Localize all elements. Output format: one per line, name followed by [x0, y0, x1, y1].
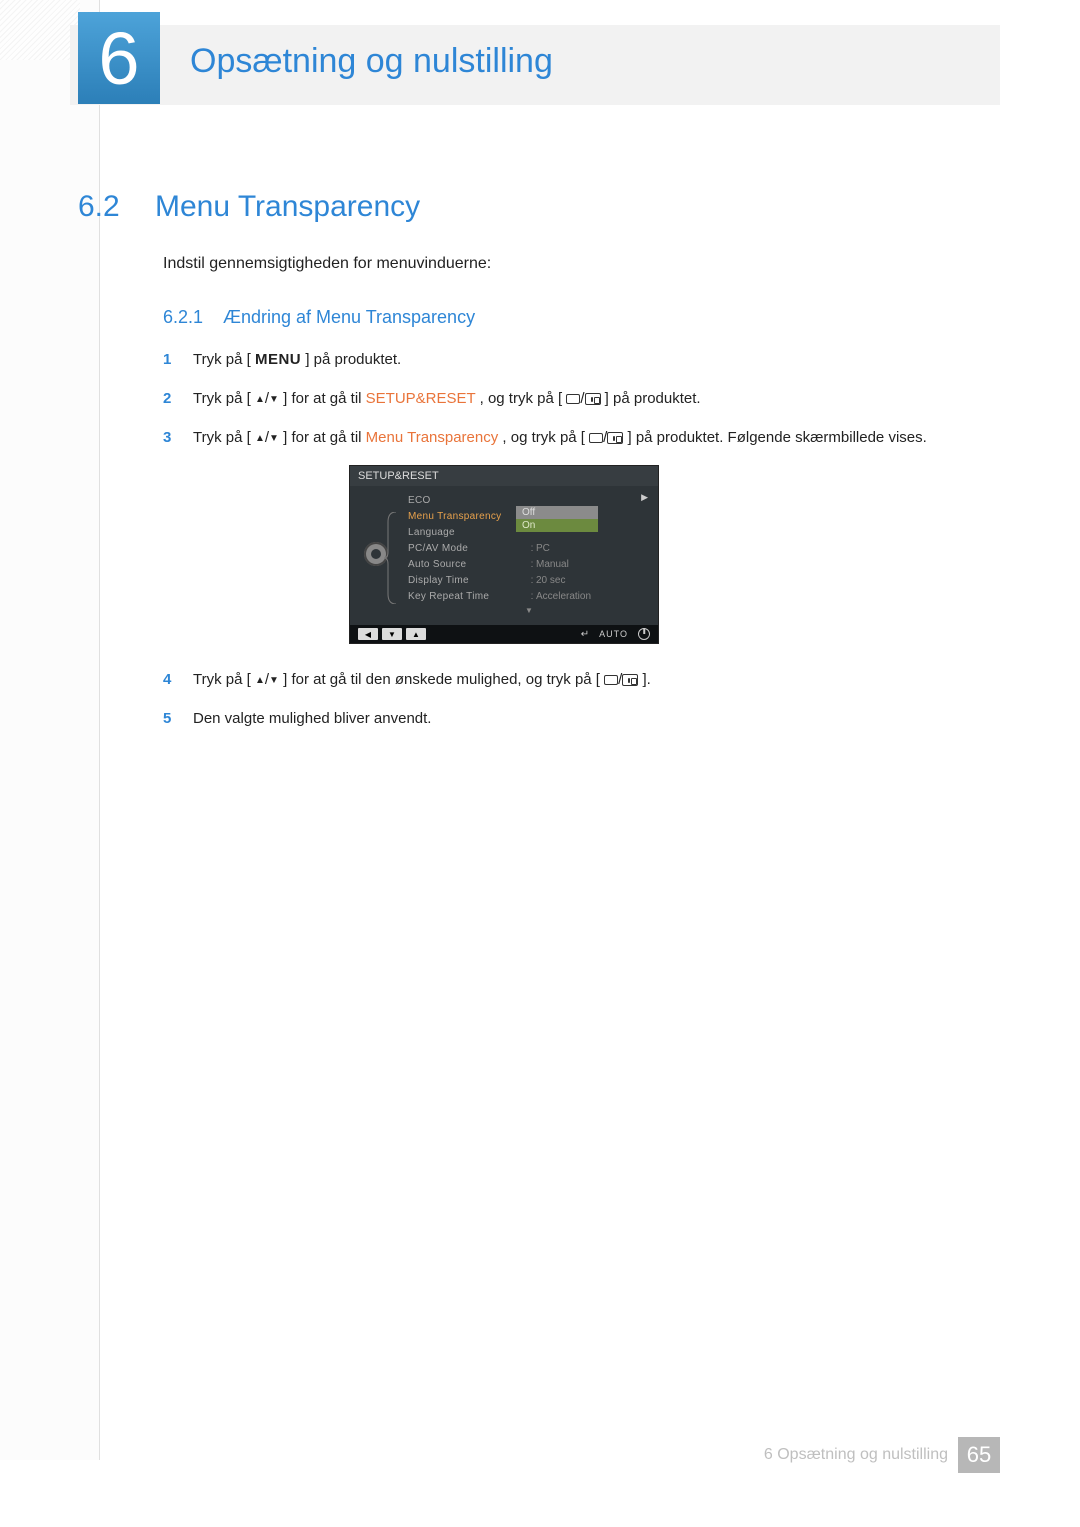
down-arrow-icon: ▼: [408, 606, 650, 615]
step-number: 1: [163, 346, 177, 373]
osd-row: Auto Source:Manual: [408, 556, 650, 572]
up-down-icon: ▲/▼: [255, 390, 279, 407]
chapter-title: Opsætning og nulstilling: [190, 42, 553, 81]
bracket-decoration: [384, 512, 398, 604]
step-text: Tryk på [ ▲/▼ ] for at gå til SETUP&RESE…: [193, 385, 701, 412]
osd-option: Off: [516, 506, 598, 519]
page-number: 65: [958, 1437, 1000, 1473]
up-down-icon: ▲/▼: [255, 429, 279, 446]
enter-source-icon: /: [604, 671, 638, 688]
chapter-number: 6: [98, 16, 139, 101]
osd-option: On: [516, 519, 598, 532]
corner-hatch-decoration: [0, 0, 80, 60]
up-button-icon: ▲: [406, 628, 426, 640]
intro-text: Indstil gennemsigtigheden for menuvindue…: [163, 255, 960, 273]
menu-target: SETUP&RESET: [366, 390, 476, 407]
step-item: 2 Tryk på [ ▲/▼ ] for at gå til SETUP&RE…: [163, 385, 960, 412]
osd-row: PC/AV Mode:PC: [408, 540, 650, 556]
step-number: 2: [163, 385, 177, 412]
osd-row: Display Time:20 sec: [408, 572, 650, 588]
page-footer: 6 Opsætning og nulstilling 65: [100, 1435, 1000, 1475]
step-item: 1 Tryk på [ MENU ] på produktet.: [163, 346, 960, 373]
subsection-title: Ændring af Menu Transparency: [223, 307, 475, 327]
step-item: 3 Tryk på [ ▲/▼ ] for at gå til Menu Tra…: [163, 424, 960, 451]
osd-option-popup: Off On: [516, 506, 598, 532]
step-number: 4: [163, 666, 177, 693]
step-number: 3: [163, 424, 177, 451]
section-title: Menu Transparency: [155, 190, 420, 224]
step-text: Tryk på [ ▲/▼ ] for at gå til Menu Trans…: [193, 424, 927, 451]
up-down-icon: ▲/▼: [255, 671, 279, 688]
content-area: Indstil gennemsigtigheden for menuvindue…: [163, 255, 960, 744]
step-item: 5 Den valgte mulighed bliver anvendt.: [163, 705, 960, 732]
step-item: 4 Tryk på [ ▲/▼ ] for at gå til den ønsk…: [163, 666, 960, 693]
step-number: 5: [163, 705, 177, 732]
down-button-icon: ▼: [382, 628, 402, 640]
step-text: Tryk på [ MENU ] på produktet.: [193, 346, 401, 373]
osd-title: SETUP&RESET: [350, 466, 658, 486]
step-list: 1 Tryk på [ MENU ] på produktet. 2 Tryk …: [163, 346, 960, 451]
menu-target: Menu Transparency: [366, 429, 499, 446]
osd-footer: ◀ ▼ ▲ ↵ AUTO: [350, 625, 658, 643]
osd-row: Key Repeat Time:Acceleration: [408, 588, 650, 604]
osd-screenshot-figure: SETUP&RESET ▶ Off On ECO Menu Transparen…: [349, 465, 659, 644]
right-arrow-icon: ▶: [641, 492, 648, 503]
step-list-continued: 4 Tryk på [ ▲/▼ ] for at gå til den ønsk…: [163, 666, 960, 732]
power-icon: [638, 628, 650, 640]
footer-label: 6 Opsætning og nulstilling: [764, 1446, 948, 1464]
osd-body: ▶ Off On ECO Menu Transparency: Language…: [350, 486, 658, 625]
subsection-heading: 6.2.1 Ændring af Menu Transparency: [163, 307, 960, 328]
menu-button-icon: MENU: [255, 351, 301, 368]
step-text: Den valgte mulighed bliver anvendt.: [193, 705, 431, 732]
subsection-number: 6.2.1: [163, 307, 203, 327]
enter-source-icon: /: [566, 390, 600, 407]
chapter-number-badge: 6: [78, 12, 160, 104]
enter-icon: ↵: [581, 629, 589, 640]
left-button-icon: ◀: [358, 628, 378, 640]
enter-source-icon: /: [589, 429, 623, 446]
section-number: 6.2: [78, 190, 120, 224]
auto-label: AUTO: [599, 629, 628, 639]
step-text: Tryk på [ ▲/▼ ] for at gå til den ønsked…: [193, 666, 651, 693]
